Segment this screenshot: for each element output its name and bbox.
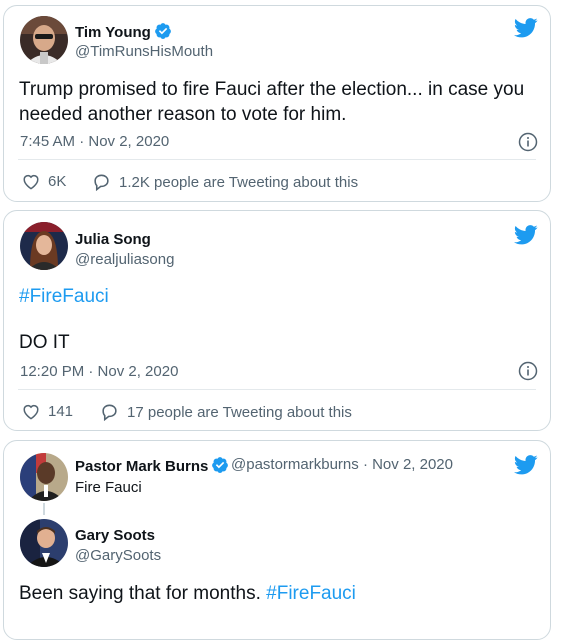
tweet-card[interactable]: Pastor Mark Burns @pastormarkburns · Nov… bbox=[3, 440, 551, 640]
twitter-bird-icon[interactable] bbox=[514, 455, 538, 475]
info-icon[interactable] bbox=[518, 132, 538, 152]
verified-badge-icon bbox=[212, 457, 229, 473]
author-name[interactable]: Pastor Mark Burns bbox=[75, 456, 229, 475]
tweet-text: Trump promised to fire Fauci after the e… bbox=[19, 79, 525, 100]
conversation-link[interactable]: 1.2K people are Tweeting about this bbox=[92, 173, 358, 191]
hashtag-link[interactable]: #FireFauci bbox=[19, 284, 109, 310]
like-button[interactable]: 6K bbox=[22, 173, 66, 190]
avatar[interactable] bbox=[20, 16, 68, 64]
author-handle[interactable]: @pastormarkburns · Nov 2, 2020 bbox=[231, 456, 453, 473]
author-handle[interactable]: @TimRunsHisMouth bbox=[75, 43, 213, 60]
avatar[interactable] bbox=[20, 453, 68, 501]
twitter-bird-icon[interactable] bbox=[514, 225, 538, 245]
heart-icon bbox=[23, 174, 39, 190]
author-handle[interactable]: @realjuliasong bbox=[75, 251, 174, 268]
tweet-card[interactable]: Tim Young @TimRunsHisMouth Trump promise… bbox=[3, 5, 551, 202]
heart-icon bbox=[23, 404, 39, 420]
twitter-bird-icon[interactable] bbox=[514, 18, 538, 38]
conversation-link[interactable]: 17 people are Tweeting about this bbox=[100, 403, 352, 421]
tweet-timestamp[interactable]: 7:45 AM · Nov 2, 2020 bbox=[20, 133, 169, 150]
author-name[interactable]: Gary Soots bbox=[75, 527, 155, 544]
avatar[interactable] bbox=[20, 222, 68, 270]
reply-text: Been saying that for months. #FireFauci bbox=[19, 583, 356, 604]
avatar[interactable] bbox=[20, 519, 68, 567]
author-handle[interactable]: @GarySoots bbox=[75, 547, 161, 564]
info-icon[interactable] bbox=[518, 361, 538, 381]
tweet-text: DO IT bbox=[19, 332, 70, 353]
author-name[interactable]: Tim Young bbox=[75, 22, 172, 41]
author-name[interactable]: Julia Song bbox=[75, 231, 151, 248]
verified-badge-icon bbox=[154, 23, 171, 39]
tweet-card[interactable]: Julia Song @realjuliasong #FireFauci DO … bbox=[3, 210, 551, 431]
reply-bubble-icon bbox=[94, 174, 109, 191]
divider bbox=[18, 159, 536, 160]
tweet-timestamp[interactable]: 12:20 PM · Nov 2, 2020 bbox=[20, 363, 178, 380]
like-button[interactable]: 141 bbox=[22, 403, 73, 420]
thread-connector bbox=[43, 503, 45, 515]
divider bbox=[18, 389, 536, 390]
tweet-text: Fire Fauci bbox=[75, 479, 142, 496]
reply-bubble-icon bbox=[102, 404, 117, 421]
tweet-text-line2: needed another reason to vote for him. bbox=[19, 104, 347, 125]
hashtag-link[interactable]: #FireFauci bbox=[266, 583, 356, 604]
